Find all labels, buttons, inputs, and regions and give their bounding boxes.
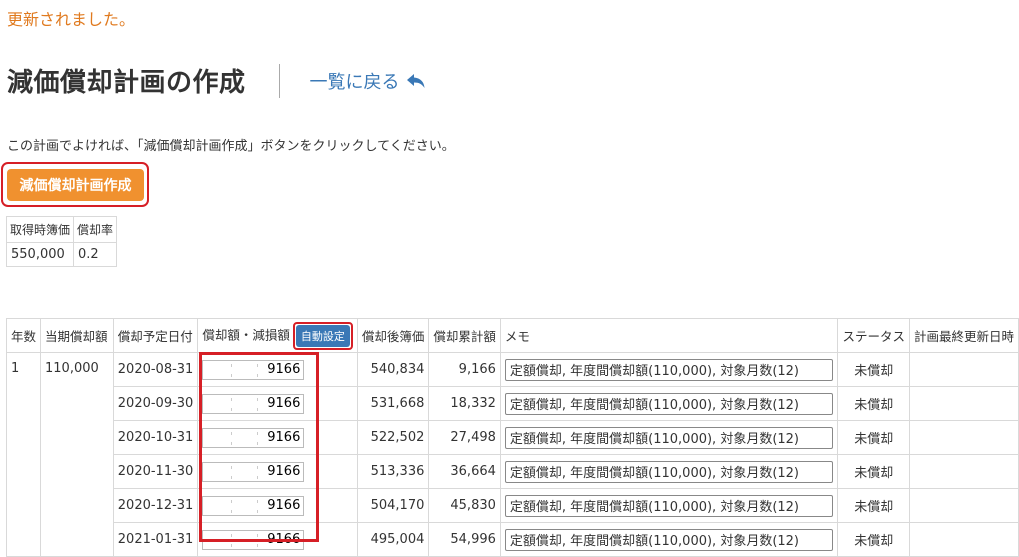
updated-at-cell	[908, 454, 1019, 489]
amount-input[interactable]	[202, 359, 305, 380]
status-cell: 未償却	[837, 488, 910, 523]
book-value-cell: 531,668	[356, 386, 430, 421]
plan-table: 年数 当期償却額 償却予定日付 償却額・減損額 自動設定 償却後簿価 償却累計額 …	[5, 318, 1019, 557]
date-cell: 2020-08-31	[112, 352, 199, 387]
memo-cell	[499, 454, 839, 489]
updated-at-cell	[908, 352, 1019, 387]
auto-button-highlight: 自動設定	[292, 321, 353, 350]
header-updated-at: 計画最終更新日時	[908, 318, 1019, 353]
memo-cell	[499, 522, 839, 557]
summary-table: 取得時簿価 償却率 550,000 0.2	[5, 216, 118, 267]
header-year: 年数	[5, 318, 42, 353]
date-cell: 2020-10-31	[112, 420, 199, 455]
auto-set-button[interactable]: 自動設定	[295, 324, 350, 347]
memo-cell	[499, 488, 839, 523]
memo-input[interactable]	[504, 358, 833, 381]
status-cell: 未償却	[837, 420, 910, 455]
summary-value-cell: 550,000	[5, 242, 75, 267]
memo-input[interactable]	[504, 426, 833, 449]
memo-cell	[499, 386, 839, 421]
status-cell: 未償却	[837, 454, 910, 489]
memo-input[interactable]	[504, 528, 833, 551]
accumulated-cell: 45,830	[428, 488, 501, 523]
date-cell: 2020-12-31	[112, 488, 199, 523]
book-value-cell: 504,170	[356, 488, 430, 523]
date-cell: 2020-09-30	[112, 386, 199, 421]
memo-cell	[499, 420, 839, 455]
page-title: 減価償却計画の作成	[7, 68, 246, 98]
amount-cell	[197, 454, 358, 489]
amount-cell	[197, 420, 358, 455]
summary-header-cell: 償却率	[73, 216, 118, 243]
summary-value-cell: 0.2	[73, 242, 118, 267]
header-status: ステータス	[837, 318, 910, 353]
year-cell: 1	[5, 352, 42, 557]
table-row: 1 110,000 2020-08-31 540,834 9,166 未償却	[5, 352, 1019, 557]
title-divider	[278, 63, 280, 98]
create-button-highlight: 減価償却計画作成	[1, 162, 149, 207]
updated-at-cell	[908, 386, 1019, 421]
amount-cell	[197, 522, 358, 557]
status-cell: 未償却	[837, 522, 910, 557]
accumulated-cell: 36,664	[428, 454, 501, 489]
accumulated-cell: 54,996	[428, 522, 501, 557]
status-cell: 未償却	[837, 386, 910, 421]
summary-value-row: 550,000 0.2	[5, 242, 118, 267]
book-value-cell: 540,834	[356, 352, 430, 387]
accumulated-cell: 18,332	[428, 386, 501, 421]
book-value-cell: 522,502	[356, 420, 430, 455]
reply-arrow-icon	[406, 73, 425, 88]
update-notice: 更新されました。	[7, 10, 136, 29]
table-row: 2021-01-31 495,004 54,996 未償却	[7, 522, 1019, 557]
back-to-list-link[interactable]: 一覧に戻る	[310, 68, 426, 94]
amount-input[interactable]	[202, 495, 305, 516]
memo-input[interactable]	[504, 392, 833, 415]
book-value-cell: 495,004	[356, 522, 430, 557]
header-amount: 償却額・減損額 自動設定	[197, 318, 358, 353]
memo-input[interactable]	[504, 460, 833, 483]
updated-at-cell	[908, 522, 1019, 557]
summary-header-row: 取得時簿価 償却率	[5, 216, 118, 243]
amount-input[interactable]	[202, 393, 305, 414]
updated-at-cell	[908, 420, 1019, 455]
book-value-cell: 513,336	[356, 454, 430, 489]
updated-at-cell	[908, 488, 1019, 523]
instruction-text: この計画でよければ、「減価償却計画作成」ボタンをクリックしてください。	[7, 139, 455, 154]
header-memo: メモ	[499, 318, 839, 353]
header-book-value: 償却後簿価	[356, 318, 430, 353]
date-cell: 2021-01-31	[112, 522, 199, 557]
amount-input[interactable]	[202, 461, 305, 482]
amount-cell	[197, 352, 358, 387]
create-plan-button[interactable]: 減価償却計画作成	[7, 169, 144, 201]
table-row: 2020-12-31 504,170 45,830 未償却	[7, 488, 1019, 523]
amount-cell	[197, 386, 358, 421]
table-row: 2020-09-30 531,668 18,332 未償却	[7, 386, 1019, 421]
plan-header-row: 年数 当期償却額 償却予定日付 償却額・減損額 自動設定 償却後簿価 償却累計額 …	[5, 318, 1019, 353]
current-depreciation-cell: 110,000	[40, 352, 114, 557]
title-row: 減価償却計画の作成 一覧に戻る	[7, 62, 426, 99]
accumulated-cell: 27,498	[428, 420, 501, 455]
header-amount-label: 償却額・減損額	[202, 327, 290, 342]
back-link-label: 一覧に戻る	[309, 71, 400, 93]
amount-input[interactable]	[202, 427, 305, 448]
header-scheduled-date: 償却予定日付	[112, 318, 199, 353]
date-cell: 2020-11-30	[112, 454, 199, 489]
header-current-depreciation: 当期償却額	[40, 318, 114, 353]
memo-input[interactable]	[504, 494, 833, 517]
accumulated-cell: 9,166	[428, 352, 501, 387]
memo-cell	[499, 352, 839, 387]
summary-header-cell: 取得時簿価	[5, 216, 75, 243]
header-accumulated: 償却累計額	[428, 318, 501, 353]
amount-cell	[197, 488, 358, 523]
table-row: 2020-10-31 522,502 27,498 未償却	[7, 420, 1019, 455]
status-cell: 未償却	[837, 352, 910, 387]
table-row: 2020-11-30 513,336 36,664 未償却	[7, 454, 1019, 489]
amount-input[interactable]	[202, 529, 305, 550]
